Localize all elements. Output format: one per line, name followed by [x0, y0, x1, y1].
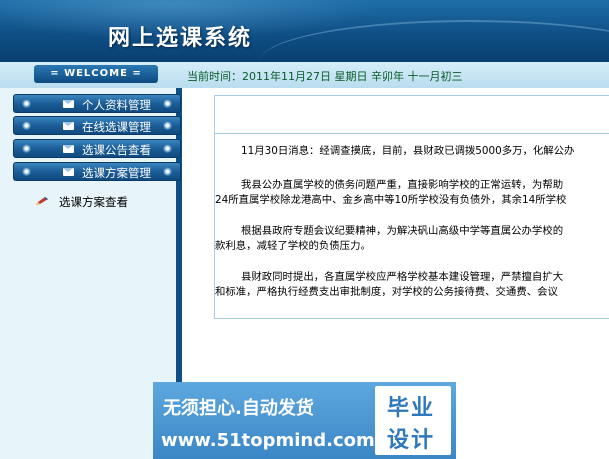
watermark-logo-text: 设计 [387, 428, 436, 453]
pencil-icon [36, 197, 48, 205]
sidebar-item-announcements[interactable]: 选课公告查看 [13, 139, 181, 158]
bullet-icon [22, 99, 31, 108]
sidebar-item-plan-management[interactable]: 选课方案管理 [13, 162, 181, 181]
bullet-icon [163, 99, 172, 108]
bullet-icon [163, 121, 172, 130]
app-header: 网上选课系统 [0, 0, 609, 62]
bullet-icon [22, 167, 31, 176]
sidebar-subitem-label: 选课方案查看 [59, 195, 128, 209]
envelope-icon [63, 100, 74, 108]
bullet-icon [163, 167, 172, 176]
news-paragraph: 我县公办直属学校的债务问题严重，直接影响学校的正常运转，为帮助 24所直属学校除… [215, 179, 567, 206]
news-paragraph: 根据县政府专题会议纪要精神，为解决矾山高级中学等直属公办学校的 款利息，减轻了学… [215, 225, 564, 252]
watermark-logo-text: 毕业 [387, 396, 436, 421]
app-title: 网上选课系统 [108, 26, 253, 51]
divider [215, 133, 609, 134]
bullet-icon [22, 144, 31, 153]
envelope-icon [63, 168, 74, 176]
sidebar-item-online-selection[interactable]: 在线选课管理 [13, 116, 181, 135]
envelope-icon [63, 122, 74, 130]
news-paragraph: 县财政同时提出，各直属学校应严格学校基本建设管理，严禁擅自扩大 和标准，严格执行… [215, 271, 564, 298]
watermark-text: 无须担心.自动发货 www.51topmind.com [153, 382, 375, 459]
watermark-banner: 无须担心.自动发货 www.51topmind.com 毕业 设计 [153, 382, 456, 459]
envelope-icon [63, 145, 74, 153]
bullet-icon [163, 144, 172, 153]
watermark-slogan: 无须担心.自动发货 [163, 398, 314, 419]
watermark-logo: 毕业 设计 [375, 386, 451, 455]
current-time: 当前时间：2011年11月27日 星期日 辛卯年 十一月初三 [187, 70, 463, 83]
sidebar-item-label: 选课公告查看 [82, 143, 151, 157]
bullet-icon [22, 121, 31, 130]
watermark-url: www.51topmind.com [161, 430, 375, 451]
sidebar-item-label: 在线选课管理 [82, 120, 151, 134]
sidebar-item-profile[interactable]: 个人资料管理 [13, 94, 181, 113]
sidebar-item-label: 选课方案管理 [82, 166, 151, 180]
welcome-badge: = WELCOME = [34, 65, 158, 83]
status-bar: = WELCOME = 当前时间：2011年11月27日 星期日 辛卯年 十一月… [0, 62, 609, 89]
news-paragraph: 11月30日消息：经调查摸底，目前，县财政已调拨5000多万，化解公办 [241, 145, 575, 157]
sidebar-item-label: 个人资料管理 [82, 98, 151, 112]
news-panel: 11月30日消息：经调查摸底，目前，县财政已调拨5000多万，化解公办 我县公办… [214, 95, 609, 319]
